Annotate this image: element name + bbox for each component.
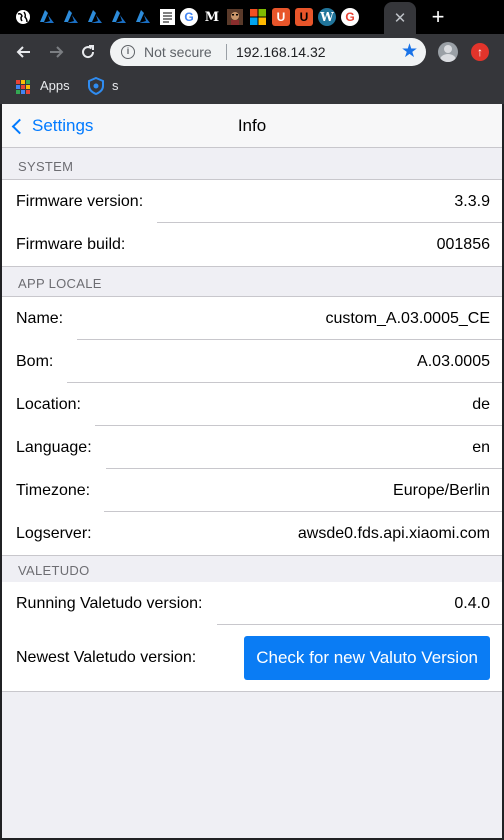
location-row: Location: de <box>2 383 502 426</box>
newest-version-row: Newest Valetudo version: Check for new V… <box>2 625 502 691</box>
firmware-version-value: 3.3.9 <box>454 192 490 210</box>
new-tab-button[interactable]: + <box>426 5 450 29</box>
newest-version-label: Newest Valetudo version: <box>16 649 197 666</box>
azure-icon[interactable] <box>110 8 128 26</box>
medium-icon[interactable]: M <box>203 8 221 26</box>
timezone-label: Timezone: <box>16 481 91 499</box>
page-content: Settings Info SYSTEM Firmware version: 3… <box>2 104 502 838</box>
active-tab[interactable]: ✕ <box>384 2 416 34</box>
bom-label: Bom: <box>16 352 54 370</box>
google-icon[interactable]: G <box>341 8 359 26</box>
language-row: Language: en <box>2 426 502 469</box>
firmware-build-value: 001856 <box>436 235 490 253</box>
section-header-app-locale: APP LOCALE <box>2 265 502 297</box>
bookmark-s[interactable]: s <box>112 78 119 93</box>
bookmark-apps[interactable]: Apps <box>40 78 70 93</box>
shield-icon[interactable] <box>88 76 104 96</box>
location-label: Location: <box>16 395 81 413</box>
name-row: Name: custom_A.03.0005_CE <box>2 297 502 340</box>
logserver-value: awsde0.fds.api.xiaomi.com <box>297 524 490 542</box>
u-logo-icon[interactable]: U <box>295 8 313 26</box>
azure-icon[interactable] <box>62 8 80 26</box>
logserver-row: Logserver: awsde0.fds.api.xiaomi.com <box>2 512 502 555</box>
timezone-value: Europe/Berlin <box>393 481 490 499</box>
valetudo-group: Running Valetudo version: 0.4.0 Newest V… <box>2 582 502 692</box>
forward-arrow-icon[interactable] <box>44 40 68 64</box>
bookmarks-bar: Apps s <box>0 70 504 104</box>
omnibox-separator <box>226 44 227 60</box>
google-icon[interactable]: G <box>180 8 198 26</box>
reload-icon[interactable] <box>76 40 100 64</box>
document-icon[interactable] <box>158 8 176 26</box>
language-value: en <box>472 438 490 456</box>
security-label[interactable]: Not secure <box>144 44 212 60</box>
u-logo-icon[interactable]: U <box>272 8 290 26</box>
firmware-build-row: Firmware build: 001856 <box>2 223 502 266</box>
info-icon[interactable]: i <box>121 45 135 59</box>
running-version-label: Running Valetudo version: <box>16 594 203 612</box>
close-tab-icon[interactable]: ✕ <box>394 9 407 27</box>
bom-value: A.03.0005 <box>417 352 490 370</box>
running-version-value: 0.4.0 <box>454 594 490 612</box>
section-header-system: SYSTEM <box>2 148 502 180</box>
system-group: Firmware version: 3.3.9 Firmware build: … <box>2 180 502 267</box>
wordpress-icon[interactable]: W <box>318 8 336 26</box>
browser-toolbar: i Not secure 192.168.14.32 ★ ↑ <box>0 34 504 70</box>
name-value: custom_A.03.0005_CE <box>325 309 490 327</box>
language-label: Language: <box>16 438 92 456</box>
back-arrow-icon[interactable] <box>12 40 36 64</box>
logserver-label: Logserver: <box>16 524 92 542</box>
azure-icon[interactable] <box>38 8 56 26</box>
microsoft-icon[interactable] <box>249 8 267 26</box>
profile-avatar-icon[interactable] <box>438 42 458 62</box>
azure-icon[interactable] <box>134 8 152 26</box>
globe-icon[interactable] <box>14 8 32 26</box>
address-bar[interactable]: i Not secure 192.168.14.32 ★ <box>110 38 426 66</box>
apps-grid-icon[interactable] <box>16 80 30 94</box>
running-version-row: Running Valetudo version: 0.4.0 <box>2 582 502 625</box>
firmware-version-label: Firmware version: <box>16 192 144 210</box>
page-title: Info <box>237 116 267 135</box>
tab-strip: G M U U W G ✕ + <box>0 0 504 34</box>
bom-row: Bom: A.03.0005 <box>2 340 502 383</box>
character-icon[interactable] <box>226 8 244 26</box>
app-locale-group: Name: custom_A.03.0005_CE Bom: A.03.0005… <box>2 297 502 556</box>
firmware-build-label: Firmware build: <box>16 235 126 253</box>
update-arrow-icon[interactable]: ↑ <box>471 43 489 61</box>
location-value: de <box>472 395 490 413</box>
section-header-valetudo: VALETUDO <box>2 552 502 584</box>
firmware-version-row: Firmware version: 3.3.9 <box>2 180 502 223</box>
check-version-button[interactable]: Check for new Valuto Version <box>244 636 490 680</box>
url-text[interactable]: 192.168.14.32 <box>236 44 326 60</box>
azure-icon[interactable] <box>86 8 104 26</box>
navbar: Settings Info <box>2 104 502 148</box>
bookmark-star-icon[interactable]: ★ <box>401 41 418 63</box>
name-label: Name: <box>16 309 64 327</box>
timezone-row: Timezone: Europe/Berlin <box>2 469 502 512</box>
